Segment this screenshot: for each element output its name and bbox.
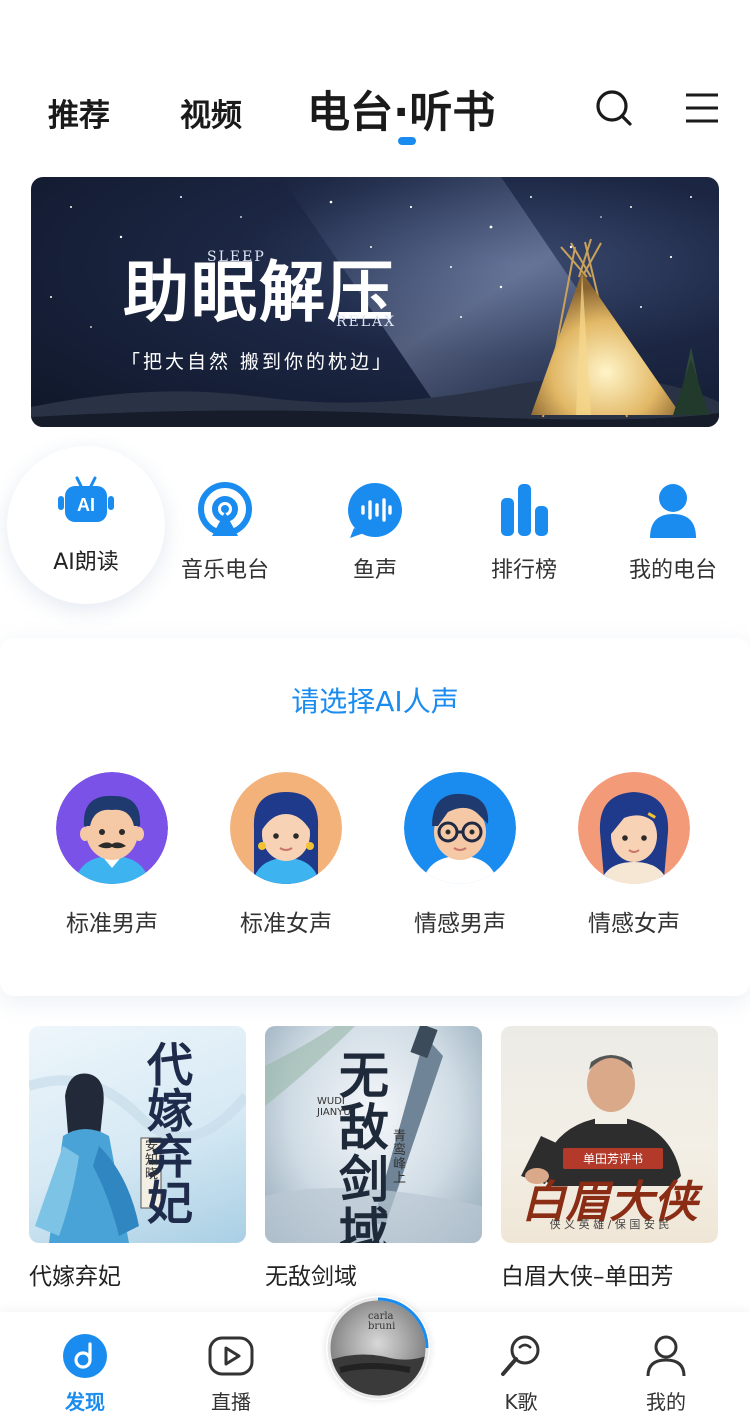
quick-fish-voice[interactable]: 鱼声 (310, 440, 440, 610)
radio-icon (194, 480, 256, 542)
bottom-nav-mine-label: 我的 (646, 1390, 686, 1414)
bottom-nav-live-label: 直播 (211, 1390, 251, 1414)
book-cover-wudijianyu: 无敌剑域 WUDI JIANYU 青鸾峰上 (265, 1026, 482, 1243)
bar-chart-icon (493, 480, 555, 542)
voice-emotional-male[interactable]: 情感男声 (390, 772, 530, 938)
bottom-nav-discover-label: 发现 (65, 1390, 105, 1414)
voice-standard-female[interactable]: 标准女声 (216, 772, 356, 938)
tab-video[interactable]: 视频 (180, 90, 242, 135)
bottom-nav-karaoke[interactable]: K歌 (466, 1332, 576, 1415)
voice-standard-male[interactable]: 标准男声 (42, 772, 182, 938)
quick-music-radio[interactable]: 音乐电台 (160, 440, 290, 610)
book-title: 代嫁弃妃 (29, 1264, 121, 1290)
ai-voice-selector: 请选择AI人声 标准男声 标准女声 情感男声 情感女声 (0, 638, 750, 996)
book-card[interactable]: 无敌剑域 WUDI JIANYU 青鸾峰上 无敌剑域 (265, 1026, 482, 1291)
svg-text:AI: AI (77, 495, 95, 515)
book-title: 白眉大侠–单田芳 (501, 1264, 674, 1290)
quick-ai-reading[interactable]: AI AI朗读 (0, 440, 172, 610)
voice-standard-female-label: 标准女声 (240, 911, 332, 937)
banner-subtitle: 「把大自然 搬到你的枕边」 (121, 351, 395, 373)
book-cover-author: 青鸾峰上 (393, 1129, 407, 1186)
quick-music-radio-label: 音乐电台 (180, 558, 269, 583)
bottom-nav-discover[interactable]: 发现 (30, 1332, 140, 1415)
standard-female-avatar (230, 772, 342, 884)
ai-voice-title: 请选择AI人声 (291, 685, 459, 718)
quick-fish-voice-label: 鱼声 (352, 558, 397, 583)
promo-banner[interactable]: 助眠解压 SLEEP RELAX 「把大自然 搬到你的枕边」 (31, 177, 719, 427)
book-card[interactable]: 代嫁弃妃 安知晓 代嫁弃妃 (29, 1026, 246, 1291)
now-playing-disc[interactable]: carla bruni (326, 1296, 430, 1400)
voice-standard-male-label: 标准男声 (66, 911, 158, 937)
ai-robot-icon: AI (55, 472, 117, 534)
book-cover-daijiaqifei: 代嫁弃妃 安知晓 (29, 1026, 246, 1243)
bottom-nav-karaoke-label: K歌 (504, 1390, 538, 1414)
audiobook-list: 代嫁弃妃 安知晓 代嫁弃妃 无敌剑域 WUDI JIANYU 青鸾峰上 无敌剑域 (0, 1026, 750, 1296)
microphone-icon (497, 1332, 545, 1380)
book-cover-author: 安知晓 (145, 1139, 159, 1182)
profile-icon (642, 1332, 690, 1380)
banner-sleep-text: SLEEP (207, 249, 266, 265)
quick-navigation: AI AI朗读 音乐电台 鱼声 排行榜 我的电台 (0, 440, 750, 630)
banner-relax-text: RELAX (336, 314, 397, 330)
voice-emotional-female[interactable]: 情感女声 (564, 772, 704, 938)
tab-recommend[interactable]: 推荐 (48, 90, 110, 135)
live-play-icon (207, 1332, 255, 1380)
quick-ai-reading-label: AI朗读 (53, 550, 119, 575)
voice-emotional-male-label: 情感男声 (414, 911, 506, 937)
search-icon[interactable] (594, 88, 634, 128)
emotional-female-avatar (578, 772, 690, 884)
menu-icon[interactable] (682, 88, 722, 128)
playback-progress-ring (327, 1297, 429, 1399)
quick-rankings-label: 排行榜 (490, 558, 557, 583)
bottom-nav-mine[interactable]: 我的 (611, 1332, 721, 1415)
book-title: 无敌剑域 (265, 1264, 357, 1290)
book-cover-roman: WUDI JIANYU (317, 1096, 351, 1118)
quick-rankings[interactable]: 排行榜 (459, 440, 589, 610)
book-card[interactable]: 单田芳评书 白眉大侠 侠 义 英 雄 / 保 国 安 民 白眉大侠–单田芳 (501, 1026, 718, 1291)
bottom-nav-live[interactable]: 直播 (176, 1332, 286, 1415)
quick-my-radio-label: 我的电台 (628, 558, 717, 583)
standard-male-avatar (56, 772, 168, 884)
book-cover-tagline: 侠 义 英 雄 / 保 国 安 民 (549, 1218, 670, 1231)
book-cover-baimeidaxia: 单田芳评书 白眉大侠 侠 义 英 雄 / 保 国 安 民 (501, 1026, 718, 1243)
top-navigation: 推荐 视频 电台·听书 (0, 0, 750, 160)
tab-radio-audiobook[interactable]: 电台·听书 (307, 78, 495, 140)
emotional-male-avatar (404, 772, 516, 884)
discover-icon (61, 1332, 109, 1380)
book-cover-title: 代嫁弃妃 (147, 1038, 193, 1230)
active-tab-indicator (398, 137, 416, 145)
voice-emotional-female-label: 情感女声 (588, 911, 680, 937)
quick-my-radio[interactable]: 我的电台 (608, 440, 738, 610)
user-icon (642, 480, 704, 542)
voice-bubble-icon (344, 480, 406, 542)
